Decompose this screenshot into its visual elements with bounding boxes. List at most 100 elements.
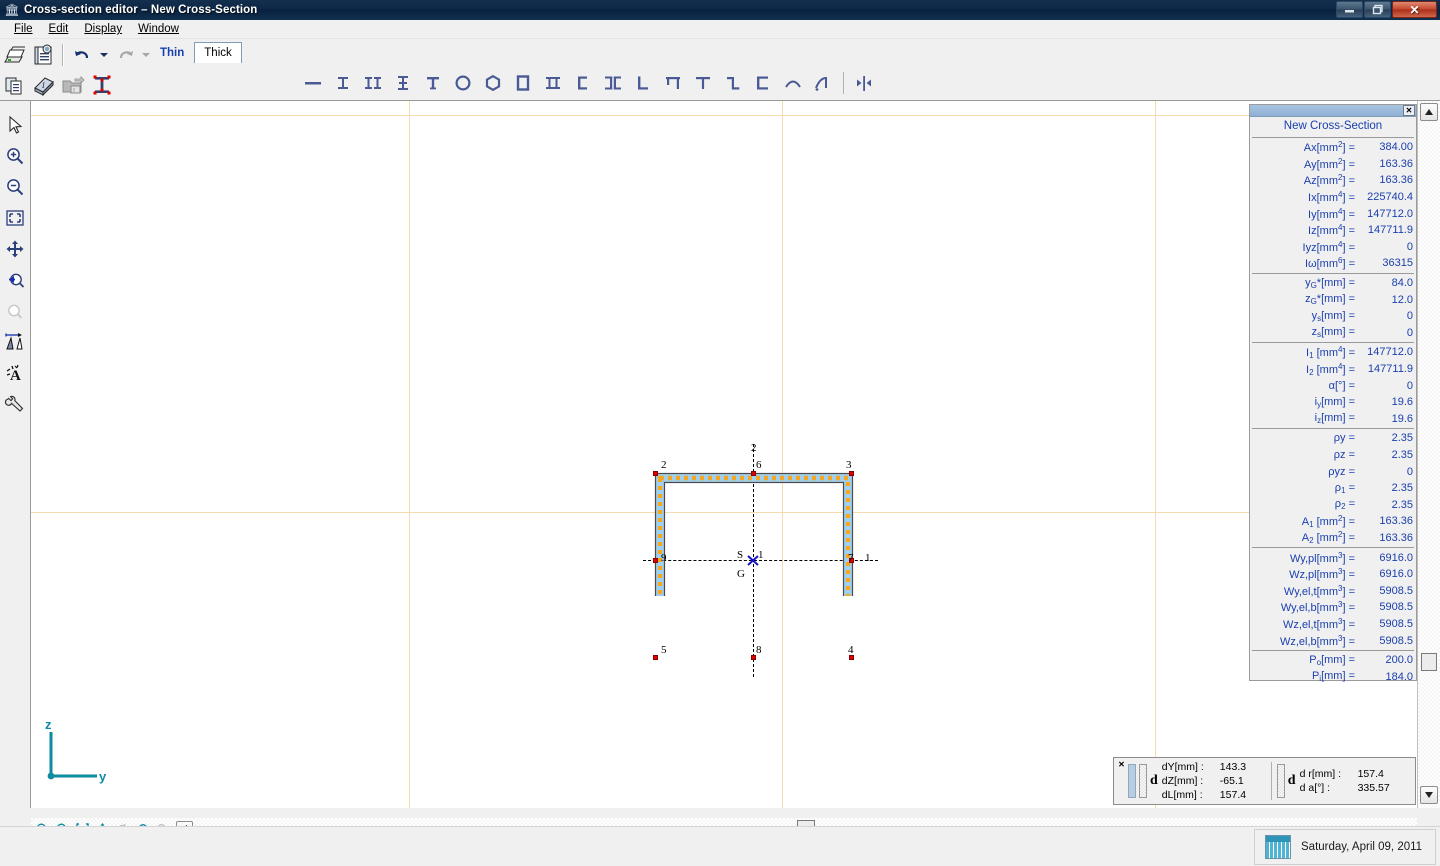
- vertical-scroll-thumb[interactable]: [1421, 653, 1437, 671]
- menu-edit[interactable]: Edit: [41, 22, 77, 36]
- zoom-previous-icon[interactable]: [1, 264, 29, 295]
- node-marker[interactable]: [653, 655, 658, 660]
- zoom-in-icon[interactable]: [1, 140, 29, 171]
- redo-icon[interactable]: [110, 41, 139, 69]
- property-row: A2 [mm2] = 163.36: [1250, 530, 1416, 547]
- coordinate-panel-separator: [1270, 762, 1272, 800]
- property-label: zG*[mm] =: [1305, 293, 1355, 307]
- property-label: Wy,el,b[mm3] =: [1280, 600, 1355, 615]
- cross-section-drawing[interactable]: 2 1 2 6 3 9 7 5 8 4 S 1 G: [591, 336, 891, 677]
- properties-group-areas: Ax[mm2] = 384.00 Ay[mm2] = 163.36 Az[mm2] …: [1250, 139, 1416, 272]
- property-value: 6916.0: [1379, 551, 1413, 564]
- text-annotation-icon[interactable]: A: [1, 357, 29, 388]
- minimize-button[interactable]: [1336, 1, 1363, 18]
- i-variant-shape-icon[interactable]: [388, 68, 418, 98]
- print-icon[interactable]: [0, 41, 29, 69]
- delta-cartesian-values: dY[mm] : 143.3 dZ[mm] : -65.1 dL[mm] : 1…: [1162, 760, 1266, 802]
- node-marker[interactable]: [653, 471, 658, 476]
- zoom-fit-icon[interactable]: [1, 202, 29, 233]
- node-marker[interactable]: [849, 471, 854, 476]
- properties-panel-titlebar: ✕: [1250, 105, 1416, 117]
- property-value: 84.0: [1391, 277, 1413, 290]
- menu-display[interactable]: Display: [76, 22, 130, 36]
- drawing-canvas[interactable]: 2 1 2 6 3 9 7 5 8 4 S 1 G z y: [31, 101, 1417, 808]
- section-properties-panel[interactable]: ✕ New Cross-Section Ax[mm2] = 384.00 Ay[m…: [1249, 104, 1417, 684]
- mirror-shape-icon[interactable]: [849, 68, 879, 98]
- arc-shape-icon[interactable]: [778, 68, 808, 98]
- maximize-button[interactable]: [1364, 1, 1391, 18]
- undo-dropdown-icon[interactable]: [97, 41, 110, 69]
- node-marker[interactable]: [751, 471, 756, 476]
- property-row: Ax[mm2] = 384.00: [1250, 139, 1416, 156]
- open-section-icon[interactable]: I: [58, 71, 87, 99]
- property-value: 5908.5: [1379, 584, 1413, 597]
- menu-file[interactable]: File: [6, 22, 41, 36]
- property-label: I1 [mm4] =: [1306, 344, 1355, 360]
- calendar-icon: [1265, 835, 1291, 859]
- i-section-icon[interactable]: [87, 71, 116, 99]
- coordinate-key: dZ[mm] :: [1161, 775, 1204, 787]
- properties-group-centroid: yG*[mm] = 84.0 zG*[mm] = 12.0 ys[mm] = 0 zs…: [1250, 275, 1416, 341]
- undo-icon[interactable]: [68, 41, 97, 69]
- scroll-up-button[interactable]: [1420, 103, 1438, 121]
- panel-drag-handle[interactable]: [1128, 764, 1136, 798]
- angle-shape-icon[interactable]: [628, 68, 658, 98]
- section-toolbar: Thin Thick: [148, 39, 1440, 100]
- property-label: Iz[mm4] =: [1308, 223, 1355, 238]
- tab-thin[interactable]: Thin: [150, 42, 195, 63]
- property-value: 163.36: [1379, 174, 1413, 187]
- properties-close-icon[interactable]: ✕: [1403, 105, 1415, 116]
- select-arrow-icon[interactable]: [1, 109, 29, 140]
- property-row: Wy,el,t[mm3] = 5908.5: [1250, 582, 1416, 599]
- property-label: Pi[mm] =: [1311, 670, 1355, 684]
- property-value: 5908.5: [1379, 617, 1413, 630]
- property-value: 147712.0: [1367, 207, 1413, 220]
- polyline-shape-icon[interactable]: [808, 68, 838, 98]
- node-label-4: 4: [848, 644, 854, 656]
- property-label: zs[mm] =: [1311, 326, 1355, 340]
- node-marker[interactable]: [653, 558, 658, 563]
- tee-shape-icon[interactable]: [688, 68, 718, 98]
- panel-resize-handle-2[interactable]: [1276, 764, 1285, 798]
- i-beam-shape-icon[interactable]: [328, 68, 358, 98]
- hat-shape-icon[interactable]: [658, 68, 688, 98]
- property-value: 0: [1406, 326, 1413, 339]
- circle-hollow-shape-icon[interactable]: [448, 68, 478, 98]
- close-button[interactable]: ✕: [1392, 1, 1437, 18]
- double-i-shape-icon[interactable]: [358, 68, 388, 98]
- menu-window[interactable]: Window: [130, 22, 187, 36]
- rect-hollow-shape-icon[interactable]: [508, 68, 538, 98]
- zed-shape-icon[interactable]: [718, 68, 748, 98]
- coordinate-panel-close-icon[interactable]: ✕: [1116, 760, 1127, 771]
- menu-file-label: File: [14, 23, 33, 35]
- t-beam-shape-icon[interactable]: [418, 68, 448, 98]
- pan-icon[interactable]: [1, 233, 29, 264]
- dimension-icon[interactable]: [1, 326, 29, 357]
- copy-icon[interactable]: [0, 71, 29, 99]
- tab-thick[interactable]: Thick: [194, 42, 242, 63]
- c-shape-icon[interactable]: [748, 68, 778, 98]
- channel-shape-icon[interactable]: [568, 68, 598, 98]
- node-label-3: 3: [846, 459, 852, 471]
- settings-wrench-icon[interactable]: [1, 388, 29, 419]
- library-icon[interactable]: I: [29, 71, 58, 99]
- property-label: ys[mm] =: [1311, 309, 1355, 323]
- canvas-vertical-scrollbar[interactable]: [1417, 101, 1440, 808]
- property-value: 147712.0: [1367, 346, 1413, 359]
- plate-shape-icon[interactable]: [298, 68, 328, 98]
- print-preview-icon[interactable]: [29, 41, 58, 69]
- hexagon-shape-icon[interactable]: [478, 68, 508, 98]
- property-row: ρz = 2.35: [1250, 447, 1416, 464]
- property-value: 0: [1406, 240, 1413, 253]
- property-value: 225740.4: [1367, 191, 1413, 204]
- double-channel-shape-icon[interactable]: [598, 68, 628, 98]
- delta-symbol-1: d: [1150, 773, 1158, 788]
- zoom-out-icon[interactable]: [1, 171, 29, 202]
- double-t-shape-icon[interactable]: [538, 68, 568, 98]
- property-value: 0: [1406, 379, 1413, 392]
- scroll-down-button[interactable]: [1420, 786, 1438, 804]
- coordinate-readout-panel[interactable]: ✕ d dY[mm] : 143.3 dZ[mm] : -65.1 dL[mm]…: [1113, 757, 1416, 805]
- zoom-next-icon[interactable]: [1, 295, 29, 326]
- panel-resize-handle[interactable]: [1139, 764, 1147, 798]
- property-row: ρ2 = 2.35: [1250, 496, 1416, 513]
